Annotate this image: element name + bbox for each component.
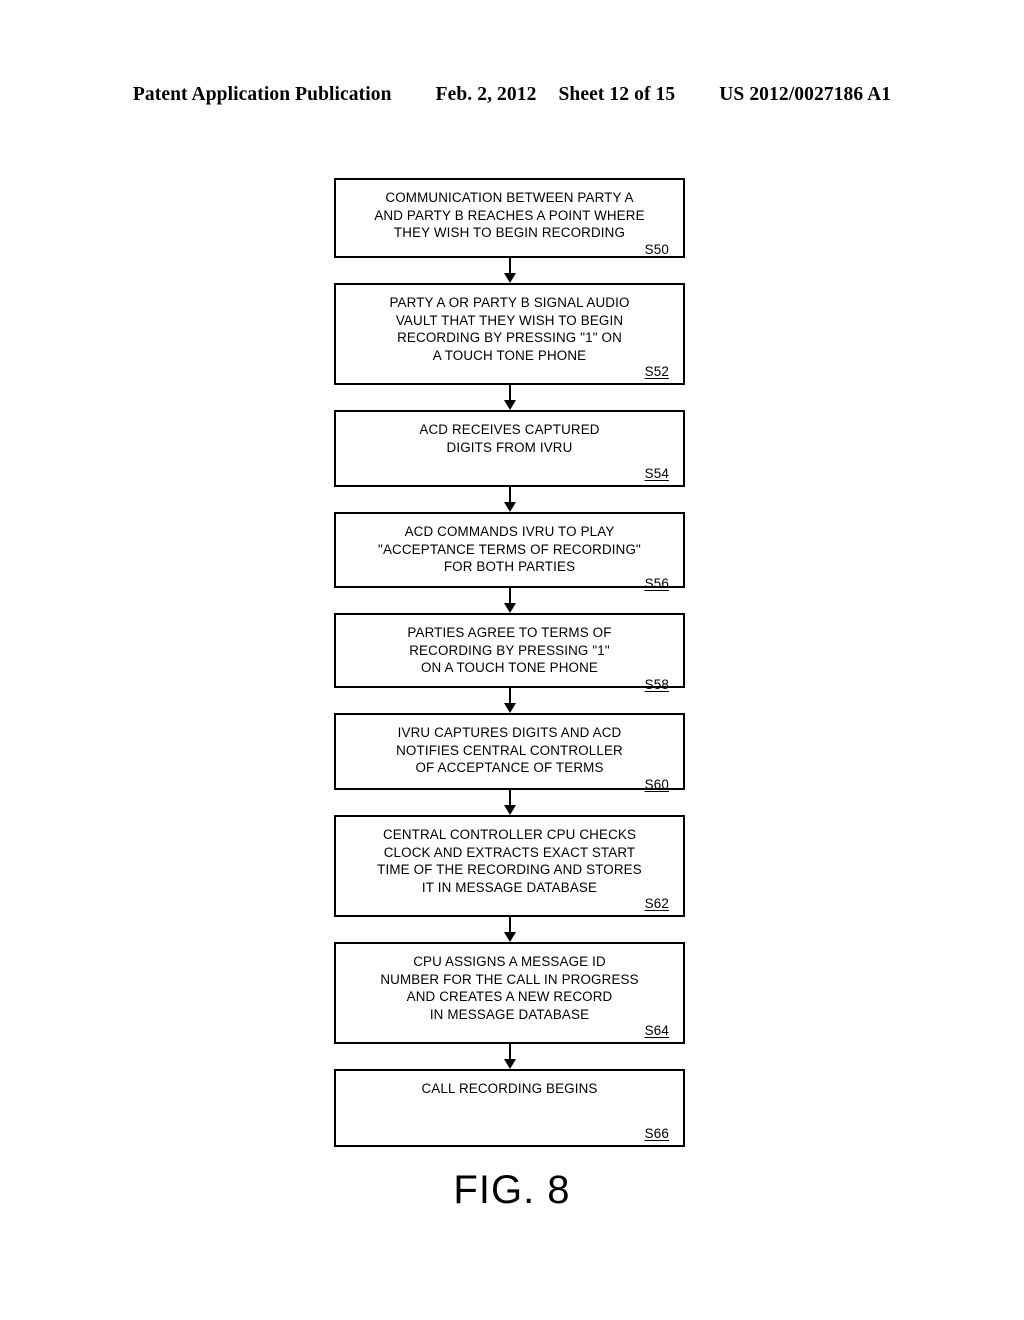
flow-node-s58: PARTIES AGREE TO TERMS OF RECORDING BY P… — [334, 613, 685, 692]
header-sheet-label: Sheet 12 of 15 — [558, 84, 676, 105]
flow-node-s56: ACD COMMANDS IVRU TO PLAY "ACCEPTANCE TE… — [334, 512, 685, 591]
flowchart: COMMUNICATION BETWEEN PARTY A AND PARTY … — [334, 178, 685, 1147]
arrow-head — [503, 932, 516, 942]
arrow-head — [503, 603, 516, 613]
flow-arrow-down-icon — [334, 258, 685, 283]
flow-node-text: ACD RECEIVES CAPTURED DIGITS FROM IVRU — [419, 422, 600, 455]
flow-node-text: CALL RECORDING BEGINS — [421, 1081, 598, 1096]
header-date-label: Feb. 2, 2012 — [435, 84, 537, 105]
flow-arrow-down-icon — [334, 790, 685, 815]
flow-node-s60: IVRU CAPTURES DIGITS AND ACD NOTIFIES CE… — [334, 713, 685, 792]
header-patent-number: US 2012/0027186 A1 — [719, 84, 892, 105]
flow-node-text: COMMUNICATION BETWEEN PARTY A AND PARTY … — [374, 190, 645, 241]
flow-node-s62: CENTRAL CONTROLLER CPU CHECKS CLOCK AND … — [334, 815, 685, 917]
flow-arrow-down-icon — [334, 588, 685, 613]
arrow-head — [503, 273, 516, 283]
flow-arrow-down-icon — [334, 487, 685, 512]
flow-node-s64: CPU ASSIGNS A MESSAGE ID NUMBER FOR THE … — [334, 942, 685, 1044]
flow-node-text: ACD COMMANDS IVRU TO PLAY "ACCEPTANCE TE… — [378, 524, 641, 575]
arrow-head — [503, 1059, 516, 1069]
flow-node-s54: ACD RECEIVES CAPTURED DIGITS FROM IVRU S5… — [334, 410, 685, 487]
arrow-head — [503, 703, 516, 713]
header-publication-label: Patent Application Publication — [132, 84, 392, 105]
flow-arrow-down-icon — [334, 917, 685, 942]
arrow-head — [503, 400, 516, 410]
flow-node-step-label: S62 — [644, 896, 669, 912]
arrow-head — [503, 805, 516, 815]
flow-node-step-label: S52 — [644, 364, 669, 380]
flow-node-text: CENTRAL CONTROLLER CPU CHECKS CLOCK AND … — [377, 827, 642, 895]
flow-node-s50: COMMUNICATION BETWEEN PARTY A AND PARTY … — [334, 178, 685, 258]
flow-node-text: CPU ASSIGNS A MESSAGE ID NUMBER FOR THE … — [380, 954, 639, 1022]
flow-node-text: PARTY A OR PARTY B SIGNAL AUDIO VAULT TH… — [389, 295, 630, 363]
flow-arrow-down-icon — [334, 385, 685, 410]
flow-arrow-down-icon — [334, 688, 685, 713]
flow-node-s66: CALL RECORDING BEGINS S66 — [334, 1069, 685, 1147]
flow-node-s52: PARTY A OR PARTY B SIGNAL AUDIO VAULT TH… — [334, 283, 685, 385]
page-header: Patent Application Publication Feb. 2, 2… — [0, 84, 1024, 106]
figure-caption: FIG. 8 — [453, 1168, 571, 1212]
flow-node-text: IVRU CAPTURES DIGITS AND ACD NOTIFIES CE… — [396, 725, 623, 776]
flow-node-step-label: S64 — [644, 1023, 669, 1039]
arrow-head — [503, 502, 516, 512]
flow-arrow-down-icon — [334, 1044, 685, 1069]
flow-node-text: PARTIES AGREE TO TERMS OF RECORDING BY P… — [407, 625, 612, 676]
flow-node-step-label: S66 — [644, 1126, 669, 1141]
flow-node-step-label: S54 — [644, 466, 669, 481]
